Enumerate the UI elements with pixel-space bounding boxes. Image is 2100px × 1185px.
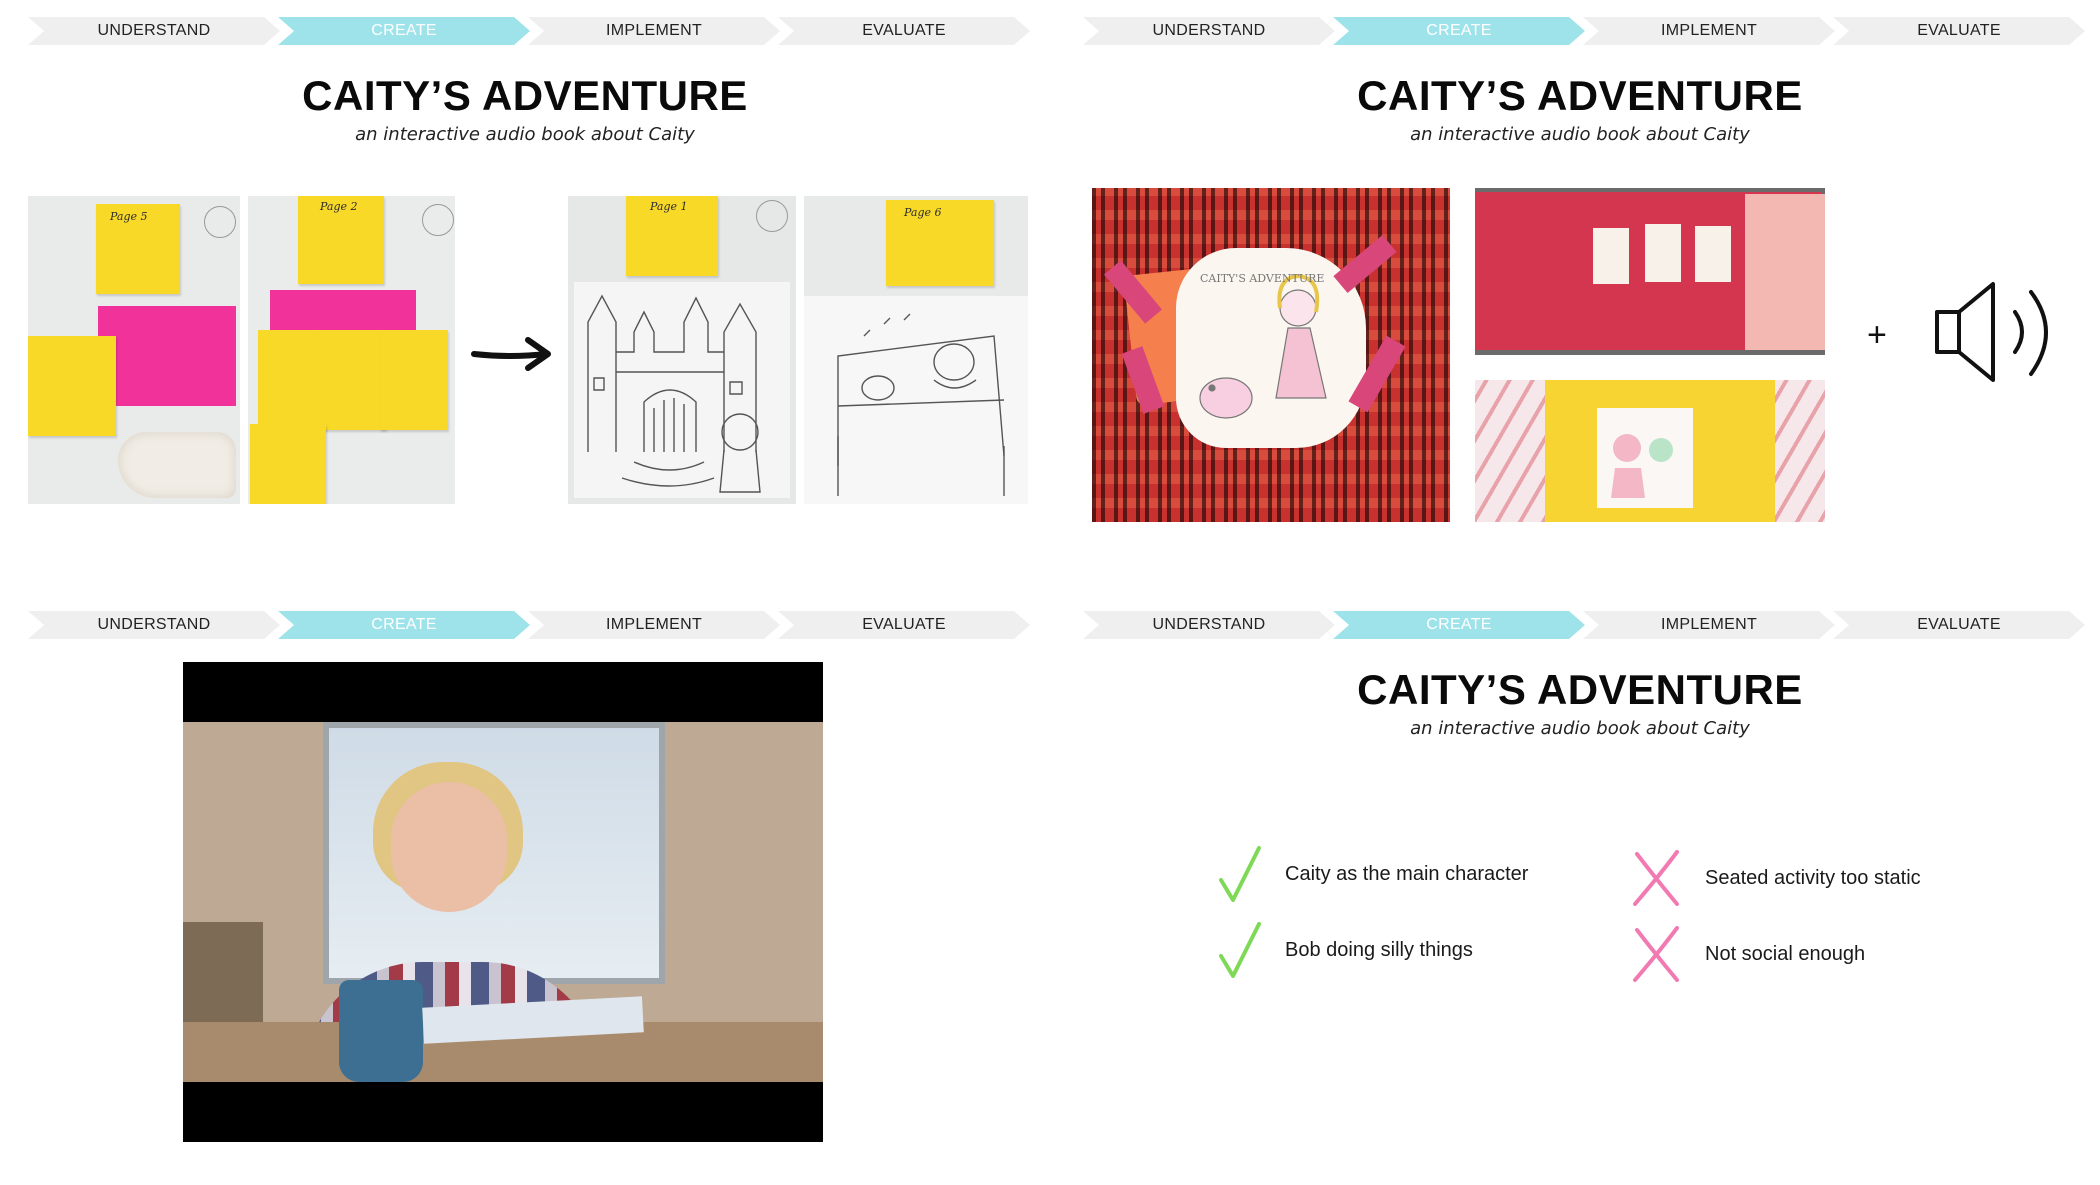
mini-drawing — [1593, 228, 1629, 284]
patterned-edge — [1475, 380, 1545, 522]
negative-item-label: Seated activity too static — [1705, 866, 1921, 889]
fur-swatch — [118, 432, 236, 498]
step-understand[interactable]: UNDERSTAND — [28, 611, 280, 639]
page-subtitle: an interactive audio book about Caity — [1410, 718, 1750, 739]
slide-evaluation: UNDERSTAND CREATE IMPLEMENT EVALUATE CAI… — [1055, 594, 2100, 1185]
mini-drawing — [1645, 224, 1681, 282]
step-create[interactable]: CREATE — [1333, 17, 1585, 45]
person-face — [391, 782, 507, 912]
slide-video: UNDERSTAND CREATE IMPLEMENT EVALUATE — [0, 594, 1050, 1185]
step-understand[interactable]: UNDERSTAND — [1083, 17, 1335, 45]
page-subtitle: an interactive audio book about Caity — [1410, 124, 1750, 145]
storyboard-photo-page-1: Page 1 — [568, 196, 796, 504]
negative-item-label: Not social enough — [1705, 942, 1866, 965]
sticky-note — [28, 336, 116, 436]
cross-icon — [1633, 926, 1679, 982]
book-page-photo-bottom — [1475, 380, 1825, 522]
drawing-sheet — [1597, 408, 1693, 508]
mini-drawing — [1695, 226, 1731, 282]
plus-symbol: + — [1867, 316, 1887, 354]
negative-item: Not social enough — [1631, 926, 1865, 982]
paper-sheet — [574, 282, 790, 498]
video-player[interactable] — [183, 662, 823, 1142]
pink-flap — [1745, 194, 1825, 350]
storyboard-photo-page-2: Page 2 — [248, 196, 455, 504]
step-implement[interactable]: IMPLEMENT — [1583, 17, 1835, 45]
page-title: CAITY’S ADVENTURE — [1357, 666, 1803, 713]
bed-sketch — [837, 313, 1005, 496]
step-create[interactable]: CREATE — [278, 17, 530, 45]
page-title: CAITY’S ADVENTURE — [302, 72, 748, 119]
step-implement[interactable]: IMPLEMENT — [1583, 611, 1835, 639]
sticky-note — [250, 424, 326, 504]
progress-bar: UNDERSTAND CREATE IMPLEMENT EVALUATE — [28, 17, 1030, 45]
step-evaluate[interactable]: EVALUATE — [778, 611, 1030, 639]
speaker-icon — [1935, 282, 2048, 382]
circle-sketch — [422, 204, 454, 236]
positive-item: Bob doing silly things — [1217, 920, 1473, 980]
storyboard-photo-page-5: Page 5 — [28, 196, 240, 504]
sticky-note: Page 1 — [626, 196, 718, 276]
sticky-note — [258, 330, 326, 430]
book-cover-photo: CAITY'S ADVENTURE — [1092, 188, 1450, 522]
patterned-edge — [1775, 380, 1825, 522]
step-implement[interactable]: IMPLEMENT — [528, 611, 780, 639]
page-subtitle: an interactive audio book about Caity — [355, 124, 695, 145]
princess-drawing — [1611, 434, 1673, 498]
sticky-note: Page 5 — [96, 204, 180, 294]
step-understand[interactable]: UNDERSTAND — [28, 17, 280, 45]
sticky-note: Page 2 — [298, 196, 384, 284]
checkmark-icon — [1219, 846, 1261, 902]
pink-sticky-note — [98, 306, 236, 406]
circle-sketch — [756, 200, 788, 232]
sticky-note: Page 6 — [886, 200, 994, 286]
step-evaluate[interactable]: EVALUATE — [778, 17, 1030, 45]
sticky-note — [318, 330, 386, 430]
castle-sketch — [587, 294, 761, 493]
circle-sketch — [204, 206, 236, 238]
negative-item: Seated activity too static — [1631, 850, 1921, 906]
storyboard-photo-page-6: Page 6 — [804, 196, 1028, 504]
positive-item: Caity as the main character — [1217, 844, 1528, 904]
cross-icon — [1633, 850, 1679, 906]
slide-prototype: UNDERSTAND CREATE IMPLEMENT EVALUATE CAI… — [1055, 0, 2100, 591]
progress-bar: UNDERSTAND CREATE IMPLEMENT EVALUATE — [28, 611, 1030, 639]
pink-sticky-note — [270, 290, 416, 330]
video-frame — [183, 722, 823, 1082]
progress-bar: UNDERSTAND CREATE IMPLEMENT EVALUATE — [1083, 17, 2085, 45]
progress-bar: UNDERSTAND CREATE IMPLEMENT EVALUATE — [1083, 611, 2085, 639]
step-create[interactable]: CREATE — [1333, 611, 1585, 639]
step-understand[interactable]: UNDERSTAND — [1083, 611, 1335, 639]
blue-cup — [339, 980, 423, 1082]
slide-storyboard: UNDERSTAND CREATE IMPLEMENT EVALUATE CAI… — [0, 0, 1050, 591]
sticky-note — [380, 330, 448, 430]
page-title: CAITY’S ADVENTURE — [1357, 72, 1803, 119]
checkmark-icon — [1219, 922, 1261, 978]
positive-item-label: Caity as the main character — [1285, 862, 1529, 885]
step-create[interactable]: CREATE — [278, 611, 530, 639]
step-evaluate[interactable]: EVALUATE — [1833, 17, 2085, 45]
book-page-photo-top — [1475, 188, 1825, 355]
right-arrow-icon — [471, 337, 551, 371]
positive-item-label: Bob doing silly things — [1285, 938, 1473, 961]
step-implement[interactable]: IMPLEMENT — [528, 17, 780, 45]
step-evaluate[interactable]: EVALUATE — [1833, 611, 2085, 639]
paper-sheet — [804, 296, 1028, 504]
